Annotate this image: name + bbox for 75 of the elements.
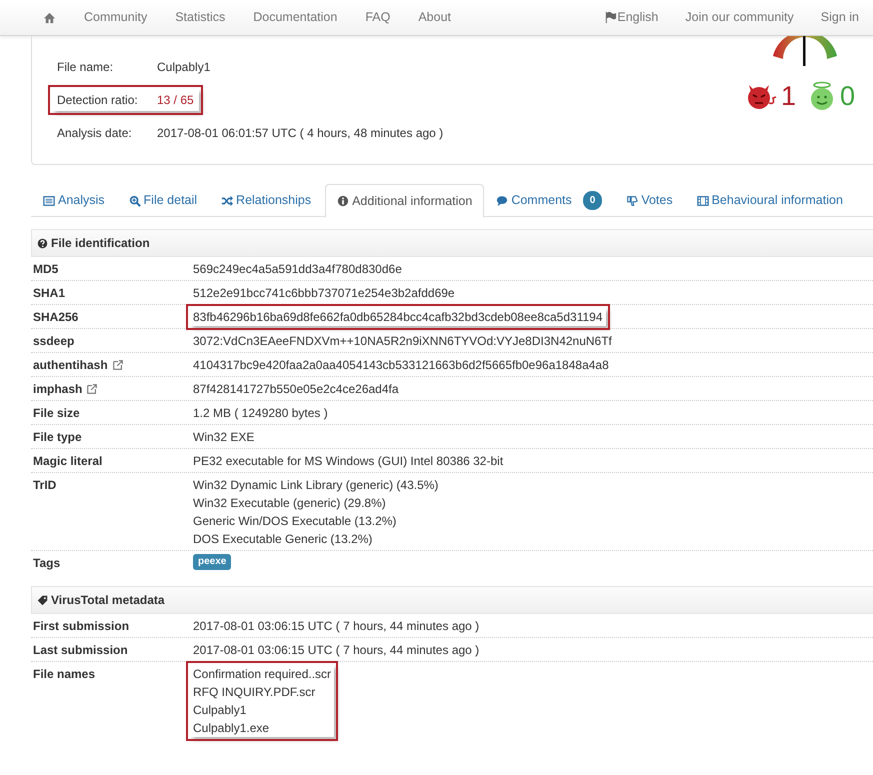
row-value: Generic Win/DOS Executable (13.2%) (193, 513, 396, 530)
field-value: Culpably1 (157, 58, 210, 76)
row-value: Win32 EXE (193, 429, 254, 446)
tab[interactable]: Additional information (325, 184, 484, 218)
row-label: ssdeep (33, 333, 74, 350)
harmless-vote-count: 0 (840, 80, 855, 113)
row-value: 512e2e91bcc741c6bbb737071e254e3b2afdd69e (193, 285, 455, 302)
nav-link[interactable]: Documentation (253, 8, 338, 27)
row-label: SHA256 (33, 309, 78, 326)
flag-icon (604, 11, 618, 24)
tab[interactable]: Analysis (31, 184, 117, 217)
field-label: Analysis date: (57, 124, 133, 142)
tab[interactable]: Votes (614, 184, 685, 217)
tag-icon (37, 594, 48, 606)
external-link-icon (86, 383, 98, 395)
external-link[interactable] (112, 359, 124, 371)
row-value: Culpably1 (193, 702, 246, 719)
nav-link[interactable]: Community (84, 8, 148, 27)
tab[interactable]: File detail (116, 184, 210, 217)
tag-label[interactable]: peexe (193, 554, 232, 570)
language-link[interactable]: English (604, 8, 658, 27)
row-label: imphash (33, 381, 82, 398)
row-label: authentihash (33, 357, 108, 374)
row-label: MD5 (33, 261, 58, 278)
thumbs-down-icon (626, 194, 638, 206)
nav-link[interactable]: About (418, 8, 451, 27)
row-label: Tags (33, 555, 60, 572)
row-value: 3072:VdCn3EAeeFNDXVm++10NA5R2n9iXNN6TYVOd:VYJe8DI3N42nuN6Tf (193, 333, 612, 350)
nav-link[interactable]: Sign in (820, 8, 859, 27)
row-label: File type (33, 429, 82, 446)
row-label: SHA1 (33, 285, 66, 302)
row-label: Last submission (33, 642, 128, 659)
field-label: Detection ratio: (57, 92, 139, 108)
row-value: 4104317bc9e420faa2a0aa4054143cb533121663b6d2f5665fb0e96a1848a4a8 (193, 357, 609, 374)
row-value: 2017-08-01 03:06:15 UTC ( 7 hours, 44 minutes ago ) (193, 642, 480, 659)
nav-link[interactable]: FAQ (365, 8, 390, 27)
row-value: 83fb46296b16ba69d8fe662fa0db65284bcc4cafb32bd3cdeb08ee8ca5d31194 (193, 309, 603, 326)
tab[interactable]: Behavioural information (684, 184, 855, 217)
row-value: Win32 Executable (generic) (29.8%) (193, 495, 386, 512)
row-label: File names (33, 666, 96, 683)
row-label: File size (33, 405, 80, 422)
shuffle-icon (221, 194, 234, 206)
info-icon (337, 195, 350, 207)
magnifier-icon (128, 194, 141, 206)
home-icon (43, 11, 56, 24)
external-link-icon (112, 359, 124, 371)
field-value: 13 / 65 (157, 92, 194, 108)
row-value: PE32 executable for MS Windows (GUI) Intel 80386 32-bit (193, 453, 504, 470)
row-value: DOS Executable Generic (13.2%) (193, 531, 372, 548)
section-title: VirusTotal metadata (51, 592, 165, 609)
film-icon (696, 194, 709, 206)
tab[interactable]: Relationships (209, 184, 324, 217)
row-value: Confirmation required..scr (193, 666, 332, 683)
help-icon (37, 238, 48, 248)
row-value: 569c249ec4a5a591dd3a4f780d830d6e (193, 261, 402, 278)
nav-link[interactable]: Statistics (175, 8, 226, 27)
row-label: TrID (33, 477, 56, 494)
row-value: 1.2 MB ( 1249280 bytes ) (193, 405, 328, 422)
row-value: Culpably1.exe (193, 720, 270, 737)
row-value: Win32 Dynamic Link Library (generic) (43.5%) (193, 477, 438, 494)
row-value: 2017-08-01 03:06:15 UTC ( 7 hours, 44 minutes ago ) (193, 618, 480, 635)
count-badge: 0 (582, 191, 602, 210)
section-title: File identification (51, 235, 150, 252)
row-value: RFQ INQUIRY.PDF.scr (193, 684, 316, 701)
field-label: File name: (57, 58, 114, 76)
external-link[interactable] (86, 383, 98, 395)
speech-bubble-icon (496, 194, 508, 206)
malicious-vote-count: 1 (780, 80, 796, 113)
list-icon (43, 194, 55, 206)
row-value: 87f428141727b550e05e2c4ce26ad4fa (193, 381, 399, 398)
field-value: 2017-08-01 06:01:57 UTC ( 4 hours, 48 minutes ago ) (157, 124, 444, 142)
row-label: Magic literal (33, 453, 102, 470)
tab[interactable]: Comments 0 (484, 184, 614, 217)
nav-link[interactable]: Join our community (685, 8, 794, 27)
row-label: First submission (33, 618, 130, 635)
